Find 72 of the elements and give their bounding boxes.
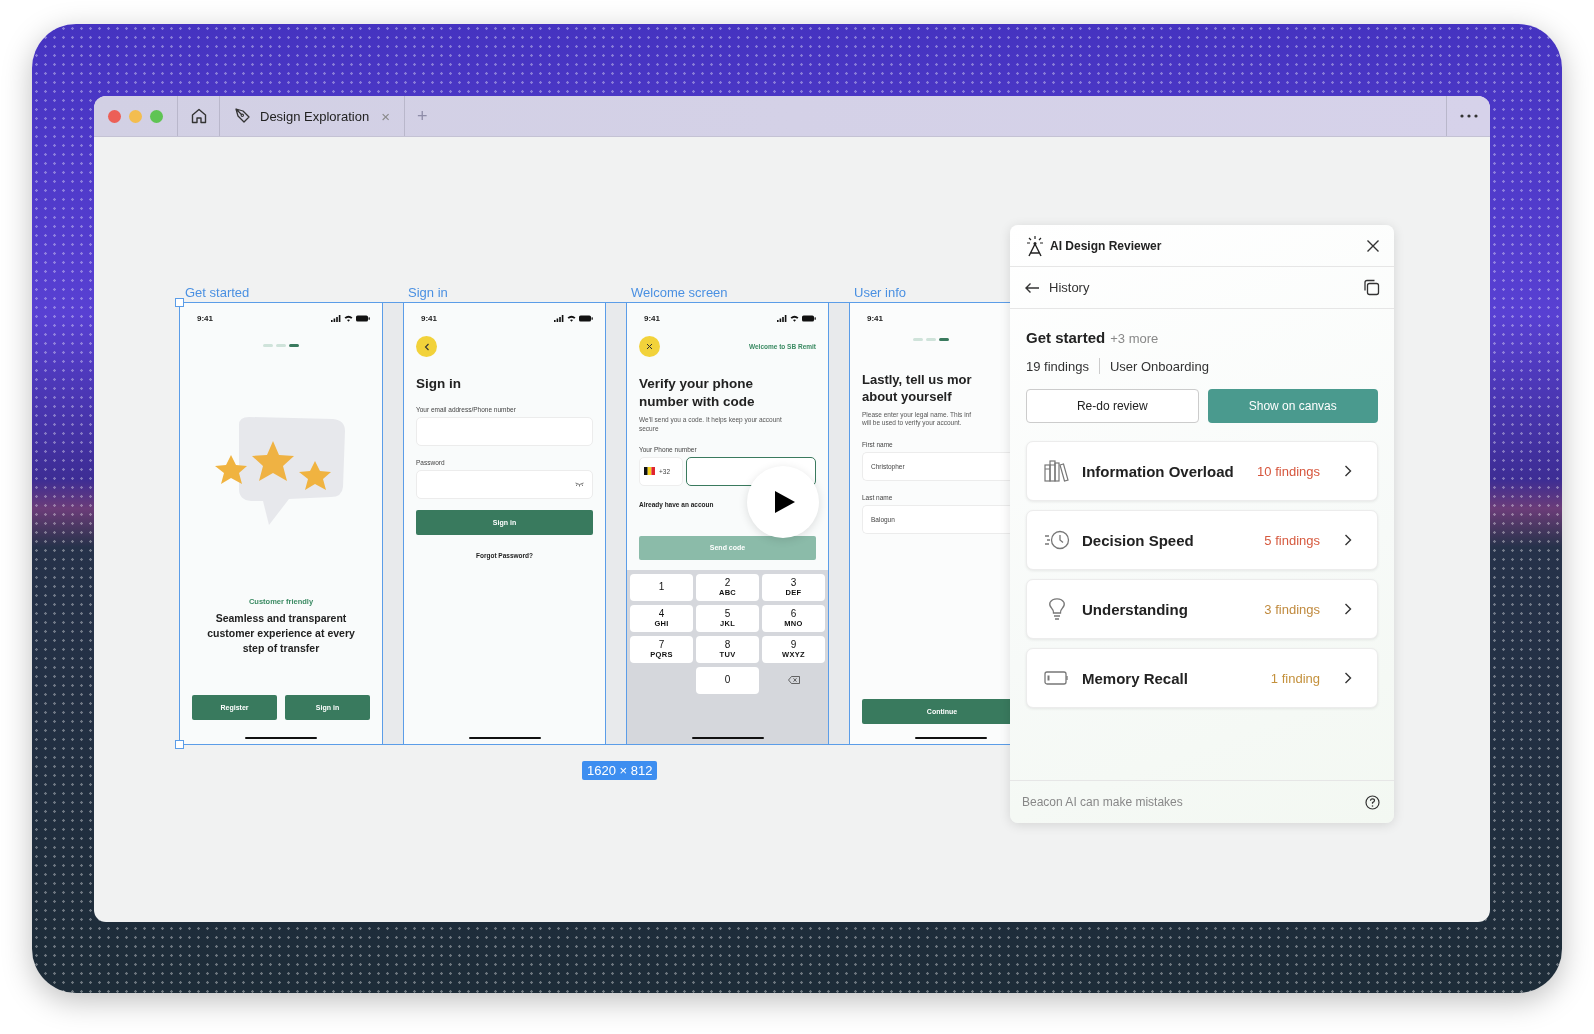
battery-icon — [579, 314, 593, 322]
category-name: Memory Recall — [1082, 669, 1189, 687]
more-screens-count: +3 more — [1110, 331, 1159, 346]
close-window-button[interactable] — [108, 109, 121, 123]
chevron-left-icon — [423, 342, 430, 351]
category-card[interactable]: Decision Speed 5 findings — [1026, 510, 1378, 570]
chevron-right-icon — [1344, 603, 1352, 615]
status-time: 9:41 — [867, 313, 883, 323]
status-time: 9:41 — [644, 313, 660, 323]
back-button[interactable] — [416, 336, 437, 357]
category-name: Decision Speed — [1082, 531, 1195, 549]
findings-count: 10 findings — [1257, 463, 1320, 479]
signal-icon — [331, 314, 341, 322]
copy-button[interactable] — [1363, 279, 1380, 296]
battery-icon — [356, 314, 370, 322]
findings-count: 1 finding — [1270, 670, 1320, 686]
category-name: Understanding — [1082, 600, 1189, 618]
findings-count: 3 findings — [1264, 601, 1320, 617]
chevron-right-icon — [1344, 465, 1352, 477]
chevron-right-icon — [1344, 534, 1352, 546]
panel-title: AI Design Reviewer — [1050, 238, 1162, 253]
history-back-button[interactable]: History — [1024, 280, 1090, 295]
home-indicator — [915, 736, 987, 739]
keypad-key[interactable]: 1 — [630, 573, 693, 601]
status-time: 9:41 — [421, 313, 437, 323]
password-field[interactable] — [416, 469, 593, 499]
screen-title: about yourself — [862, 388, 953, 406]
redo-review-button[interactable]: Re-do review — [1026, 389, 1199, 423]
resize-handle[interactable] — [175, 740, 184, 749]
category-name: Information Overload — [1082, 462, 1235, 480]
category-card[interactable]: Information Overload 10 findings — [1026, 441, 1378, 501]
copy-icon — [1363, 279, 1380, 296]
status-time: 9:41 — [197, 313, 213, 323]
keypad-key[interactable]: 0 — [696, 666, 759, 694]
phone-screen[interactable] — [626, 303, 829, 744]
wifi-icon — [790, 314, 799, 322]
wifi-icon — [344, 314, 353, 322]
selection-size-badge: 1620 × 812 — [582, 761, 658, 780]
signal-icon — [554, 314, 564, 322]
wifi-icon — [567, 314, 576, 322]
close-button[interactable] — [1366, 238, 1380, 253]
more-icon — [1459, 114, 1478, 118]
home-icon — [189, 107, 208, 125]
flow-name: User Onboarding — [1109, 358, 1209, 374]
chevron-right-icon — [1344, 672, 1352, 684]
close-icon — [1366, 238, 1380, 253]
backspace-icon — [787, 676, 800, 685]
resize-handle[interactable] — [175, 298, 184, 307]
help-icon[interactable] — [1365, 794, 1380, 810]
screen-title: Lastly, tell us mor — [862, 370, 973, 389]
pen-nib-icon — [234, 107, 252, 125]
play-icon — [774, 490, 796, 514]
home-indicator — [245, 736, 317, 739]
category-card[interactable]: Understanding 3 findings — [1026, 579, 1378, 639]
findings-count: 5 findings — [1264, 532, 1320, 548]
category-card[interactable]: Memory Recall 1 finding — [1026, 648, 1378, 708]
headline-text: Seamless and transparent customer experience at every step of transfer — [206, 610, 356, 656]
sparkle-icon — [1026, 234, 1044, 257]
signal-icon — [777, 314, 787, 322]
screen-title: Sign in — [416, 375, 462, 393]
close-icon — [646, 343, 653, 350]
disclaimer-text: Beacon AI can make mistakes — [1022, 795, 1183, 809]
screen-title: Verify your phone number with code — [639, 375, 756, 411]
clock-icon — [1044, 529, 1070, 551]
battery-icon — [802, 314, 816, 322]
review-title: Get started — [1026, 329, 1106, 346]
closed-eye-icon — [575, 481, 584, 487]
flag-icon — [644, 467, 655, 476]
document-tab[interactable]: Design Exploration × — [220, 96, 405, 136]
arrow-left-icon — [1024, 281, 1040, 294]
books-icon — [1044, 460, 1070, 482]
findings-total: 19 findings — [1026, 358, 1089, 374]
